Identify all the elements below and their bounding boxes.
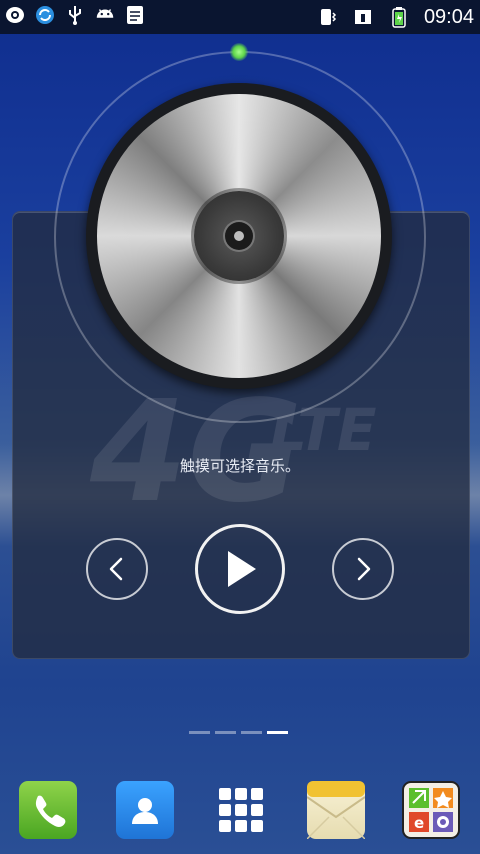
status-left-icons [4,4,146,26]
app-store-icon[interactable]: e [402,781,460,839]
battery-icon [388,6,410,28]
disc-face [97,94,381,378]
notes-icon [124,4,146,26]
camera-icon [4,4,26,26]
sync-icon [34,4,56,26]
disc-pin [234,231,244,241]
chevron-right-icon [357,557,371,581]
vibrate-icon [316,6,338,28]
music-disc[interactable] [86,83,392,389]
progress-indicator-dot[interactable] [230,43,248,61]
play-icon [228,551,256,587]
play-button[interactable] [195,524,285,614]
usb-icon [64,4,86,26]
phone-app-icon[interactable] [19,781,77,839]
page-dot[interactable] [215,731,236,734]
contacts-app-icon[interactable] [116,781,174,839]
next-track-button[interactable] [332,538,394,600]
svg-text:e: e [414,814,424,832]
page-indicator[interactable] [189,731,288,734]
page-dot[interactable] [241,731,262,734]
signal-icon [352,6,374,28]
disc-hub [194,191,284,281]
page-dot-active[interactable] [267,731,288,734]
disc-center [225,222,253,250]
app-drawer-icon[interactable] [212,781,270,839]
android-icon [94,4,116,26]
status-bar: 09:04 [0,0,480,34]
chevron-left-icon [109,557,123,581]
messages-app-icon[interactable] [307,781,365,839]
status-right-icons: 09:04 [316,4,474,30]
page-dot[interactable] [189,731,210,734]
status-clock: 09:04 [423,6,474,28]
select-music-hint: 触摸可选择音乐。 [179,457,300,475]
previous-track-button[interactable] [86,538,148,600]
